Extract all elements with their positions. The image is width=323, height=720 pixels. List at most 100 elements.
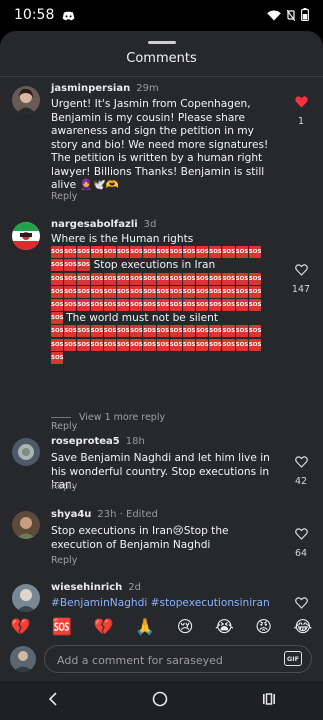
- sos-emoji: SOS: [116, 299, 130, 312]
- sheet-title: Comments: [126, 51, 197, 66]
- emoji-sos[interactable]: 🆘: [52, 617, 72, 636]
- comment-item: shya4u 23h · Edited Stop executions in Ir…: [0, 506, 323, 576]
- comments-sheet: Comments jasminpersian 29m Urgent! It's J…: [0, 31, 323, 681]
- avatar[interactable]: [12, 584, 40, 612]
- emoji-laughing[interactable]: 😂: [293, 617, 312, 636]
- sos-emoji: SOS: [209, 272, 222, 285]
- sos-emoji: SOS: [248, 325, 261, 338]
- view-more-replies[interactable]: View 1 more reply: [51, 412, 165, 423]
- comment-username[interactable]: nargesabolfazli 3d: [51, 219, 156, 230]
- gif-button[interactable]: GIF: [284, 651, 302, 666]
- sos-emoji: SOS: [103, 299, 116, 312]
- avatar[interactable]: [12, 222, 40, 250]
- sos-emoji: SOS: [143, 246, 156, 259]
- reply-button[interactable]: Reply: [51, 191, 77, 202]
- emoji-crying[interactable]: 😢: [177, 617, 194, 636]
- avatar[interactable]: [12, 511, 40, 539]
- sos-emoji: SOS: [235, 285, 248, 298]
- username-text[interactable]: wiesehinrich: [51, 582, 122, 593]
- view-more-label[interactable]: View 1 more reply: [79, 412, 165, 423]
- comment-username[interactable]: roseprotea5 18h: [51, 436, 145, 447]
- comment-username[interactable]: shya4u 23h · Edited: [51, 509, 158, 520]
- sos-emoji: SOS: [116, 285, 130, 298]
- comment-time: 2d: [128, 582, 141, 593]
- heart-outline-icon[interactable]: [294, 453, 308, 472]
- like-button[interactable]: 64: [290, 525, 312, 559]
- system-nav-bar: [0, 681, 323, 720]
- sos-emoji: SOS: [103, 325, 116, 338]
- comment-input[interactable]: [55, 651, 259, 669]
- avatar[interactable]: [12, 86, 40, 114]
- comment-text[interactable]: #BenjaminNaghdi #stopexecutionsiniran: [51, 597, 281, 611]
- like-count: 64: [294, 548, 308, 559]
- heart-outline-icon[interactable]: [294, 594, 308, 613]
- username-text[interactable]: roseprotea5: [51, 436, 120, 447]
- back-icon[interactable]: [47, 691, 59, 710]
- reply-button[interactable]: Reply: [51, 481, 77, 492]
- sos-emoji: SOS: [169, 299, 182, 312]
- avatar[interactable]: [12, 438, 40, 466]
- sos-emoji: SOS: [209, 285, 222, 298]
- reply-button[interactable]: Reply: [51, 555, 77, 566]
- username-text[interactable]: shya4u: [51, 509, 91, 520]
- like-button[interactable]: 147: [290, 261, 312, 295]
- like-button[interactable]: 42: [290, 453, 312, 487]
- username-text[interactable]: jasminpersian: [51, 83, 130, 94]
- sos-emoji: SOS: [248, 246, 261, 259]
- recents-icon[interactable]: [262, 691, 276, 710]
- sos-emoji: SOS: [143, 272, 156, 285]
- sos-emoji: SOS: [182, 338, 195, 351]
- sos-emoji: SOS: [248, 338, 261, 351]
- sos-emoji: SOS: [103, 338, 116, 351]
- sos-emoji: SOS: [222, 285, 235, 298]
- comment-username[interactable]: jasminpersian 29m: [51, 83, 159, 94]
- sos-emoji: SOS: [116, 338, 130, 351]
- comment-time: 3d: [143, 219, 157, 230]
- like-button[interactable]: [290, 594, 312, 613]
- comment-item: roseprotea5 18h Save Benjamin Naghdi and …: [0, 433, 323, 503]
- sos-emoji: SOS: [77, 338, 90, 351]
- emoji-pray[interactable]: 🙏: [135, 617, 155, 636]
- sos-emoji: SOS: [90, 285, 103, 298]
- like-button[interactable]: 1: [290, 93, 312, 127]
- sos-row: SOSSOSSOSSOSSOSSOSSOSSOSSOSSOSSOSSOSSOSS…: [51, 338, 281, 352]
- emoji-sobbing[interactable]: 😭: [215, 617, 234, 636]
- sos-emoji: SOS: [116, 272, 130, 285]
- like-count: 1: [297, 116, 305, 127]
- sos-emoji: SOS: [51, 272, 64, 285]
- wifi-icon: [267, 6, 281, 25]
- sos-emoji: SOS: [103, 246, 116, 259]
- sos-row: SOSSOSSOSSOSSOSSOSSOSSOSSOSSOSSOSSOSSOSS…: [51, 299, 281, 312]
- comment-input-box[interactable]: GIF: [44, 645, 312, 673]
- sos-emoji: SOS: [143, 285, 156, 298]
- heart-outline-icon[interactable]: [294, 261, 308, 280]
- sos-emoji: SOS: [196, 285, 209, 298]
- comment-username[interactable]: wiesehinrich 2d: [51, 582, 141, 593]
- home-icon[interactable]: [152, 691, 168, 711]
- my-avatar[interactable]: [10, 646, 36, 672]
- sos-emoji: SOS: [130, 285, 143, 298]
- sos-emoji: SOS: [156, 325, 169, 338]
- comment-text: Urgent! It's Jasmin from Copenhagen, Ben…: [51, 98, 269, 191]
- sos-emoji: SOS: [130, 246, 143, 259]
- heart-outline-icon[interactable]: [294, 525, 308, 544]
- sos-emoji: SOS: [156, 299, 169, 312]
- sos-emoji: SOS: [196, 325, 209, 338]
- heart-filled-icon[interactable]: [294, 93, 308, 112]
- sos-emoji: SOS: [90, 325, 103, 338]
- mute-icon: [286, 6, 296, 25]
- comment-item: wiesehinrich 2d #BenjaminNaghdi #stopexec…: [0, 579, 323, 613]
- sos-emoji: SOS: [169, 272, 182, 285]
- sos-emoji: SOS: [51, 338, 64, 351]
- drag-handle[interactable]: [148, 41, 176, 44]
- sos-emoji: SOS: [209, 246, 222, 259]
- sos-emoji: SOS: [248, 272, 261, 285]
- emoji-angry[interactable]: 😡: [255, 617, 272, 636]
- emoji-broken-heart[interactable]: 💔: [11, 617, 31, 636]
- status-bar: 10:58: [0, 0, 323, 30]
- emoji-broken-heart[interactable]: 💔: [94, 617, 114, 636]
- sos-emoji: SOS: [130, 272, 143, 285]
- sos-emoji: SOS: [169, 285, 182, 298]
- username-text[interactable]: nargesabolfazli: [51, 219, 138, 230]
- comment-item: jasminpersian 29m Urgent! It's Jasmin fro…: [0, 81, 323, 207]
